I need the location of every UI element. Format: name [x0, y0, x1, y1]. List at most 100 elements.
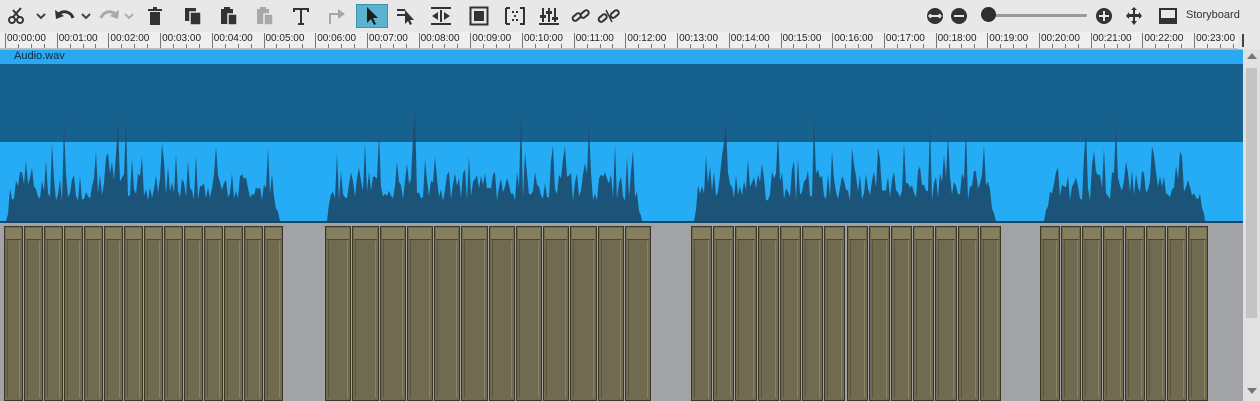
- video-clip-thumbnail[interactable]: [868, 226, 890, 401]
- video-clip-thumbnail[interactable]: [846, 226, 868, 401]
- ruler-time-label: 00:03:00: [162, 33, 202, 44]
- video-clip-thumbnail[interactable]: [935, 226, 957, 401]
- scroll-down-icon[interactable]: [1247, 388, 1257, 394]
- video-clip-thumbnail[interactable]: [1187, 226, 1208, 401]
- undo-icon[interactable]: [52, 4, 78, 28]
- video-clip-thumbnail[interactable]: [461, 226, 488, 401]
- video-clip-thumbnail[interactable]: [1103, 226, 1124, 401]
- pointer-icon[interactable]: [356, 4, 388, 28]
- zoom-slider-handle[interactable]: [981, 7, 997, 22]
- ruler-major-tick: [573, 33, 575, 48]
- video-clip-thumbnail[interactable]: [244, 226, 263, 401]
- video-clip-thumbnail[interactable]: [979, 226, 1001, 401]
- ruler-minor-tick: [922, 44, 924, 48]
- unlink-icon[interactable]: [596, 4, 622, 28]
- video-clip-thumbnail[interactable]: [543, 226, 570, 401]
- video-clip-thumbnail[interactable]: [757, 226, 779, 401]
- ruler-minor-tick: [30, 44, 32, 48]
- video-clip-thumbnail[interactable]: [124, 226, 143, 401]
- chevron-down-icon[interactable]: [124, 10, 134, 22]
- video-clip-thumbnail[interactable]: [1145, 226, 1166, 401]
- ruler-major-tick: [366, 33, 368, 48]
- chevron-down-icon[interactable]: [81, 10, 91, 22]
- frame-icon[interactable]: [466, 4, 492, 28]
- video-clip-thumbnail[interactable]: [1082, 226, 1103, 401]
- ruler-major-tick: [728, 33, 730, 48]
- split-icon[interactable]: [428, 4, 454, 28]
- video-clip-thumbnail[interactable]: [379, 226, 406, 401]
- video-clip-thumbnail[interactable]: [204, 226, 223, 401]
- delete-icon[interactable]: [142, 4, 168, 28]
- waveform-segment: [694, 117, 996, 221]
- zoom-in-icon[interactable]: [1091, 4, 1117, 28]
- video-clip-thumbnail[interactable]: [325, 226, 352, 401]
- scrollbar-thumb[interactable]: [1246, 68, 1257, 318]
- ruler-minor-tick: [896, 44, 898, 48]
- ruler-major-tick: [1142, 33, 1144, 48]
- video-clip-thumbnail[interactable]: [515, 226, 542, 401]
- video-clip-thumbnail[interactable]: [434, 226, 461, 401]
- video-clip-thumbnail[interactable]: [406, 226, 433, 401]
- video-clip-thumbnail[interactable]: [184, 226, 203, 401]
- video-clip-thumbnail[interactable]: [735, 226, 757, 401]
- video-clip-thumbnail[interactable]: [144, 226, 163, 401]
- range-pointer-icon[interactable]: [394, 4, 420, 28]
- video-clip-thumbnail[interactable]: [1040, 226, 1061, 401]
- scissors-icon[interactable]: [4, 4, 30, 28]
- zoom-out-icon[interactable]: [946, 4, 972, 28]
- time-ruler[interactable]: 00:00:00 00:01:00 00:02:00 00:03:00 00:04:00…: [0, 32, 1238, 49]
- video-clip-thumbnail[interactable]: [824, 226, 846, 401]
- copy-icon[interactable]: [180, 4, 206, 28]
- ruler-time-label: 00:23:00: [1196, 33, 1236, 44]
- video-clip-thumbnail[interactable]: [264, 226, 283, 401]
- video-clip-thumbnail[interactable]: [713, 226, 735, 401]
- ruler-major-tick: [625, 33, 627, 48]
- zoom-fit-icon[interactable]: [922, 4, 948, 28]
- video-clip-thumbnail[interactable]: [957, 226, 979, 401]
- zoom-slider-track[interactable]: [985, 14, 1087, 17]
- ruler-major-tick: [1039, 33, 1040, 48]
- ruler-minor-tick: [302, 44, 304, 48]
- video-clip-thumbnail[interactable]: [1124, 226, 1145, 401]
- video-clip-thumbnail[interactable]: [779, 226, 802, 401]
- paste-disabled-icon[interactable]: [252, 4, 278, 28]
- redo-icon[interactable]: [96, 4, 122, 28]
- video-clip-thumbnail[interactable]: [84, 226, 103, 401]
- ruler-time-label: 00:10:00: [524, 33, 563, 44]
- text-icon[interactable]: [288, 4, 314, 28]
- video-clip-thumbnail[interactable]: [570, 226, 597, 401]
- ruler-time-label: 00:20:00: [1041, 33, 1080, 44]
- chevron-down-icon[interactable]: [36, 10, 46, 22]
- video-clip-thumbnail[interactable]: [164, 226, 183, 401]
- move-icon[interactable]: [1121, 4, 1147, 28]
- video-clip-thumbnail[interactable]: [1061, 226, 1082, 401]
- mixer-icon[interactable]: [536, 4, 562, 28]
- link-icon[interactable]: [568, 4, 594, 28]
- audio-clip-header[interactable]: Audio.wav: [0, 49, 1243, 64]
- storyboard-icon[interactable]: [1155, 4, 1181, 28]
- video-clip-thumbnail[interactable]: [488, 226, 515, 401]
- video-clip-thumbnail[interactable]: [913, 226, 935, 401]
- ruler-time-label: 00:19:00: [989, 33, 1029, 44]
- video-clip-thumbnail[interactable]: [4, 226, 23, 401]
- video-clip-thumbnail[interactable]: [24, 226, 43, 401]
- storyboard-label[interactable]: Storyboard: [1186, 9, 1240, 21]
- video-clip-thumbnail[interactable]: [352, 226, 379, 401]
- video-clip-thumbnail[interactable]: [44, 226, 63, 401]
- video-clip-thumbnail[interactable]: [104, 226, 123, 401]
- marker-icon[interactable]: [502, 4, 528, 28]
- ruler-time-label: 00:13:00: [679, 33, 719, 44]
- ruler-time-label: 00:16:00: [834, 33, 874, 44]
- video-clip-thumbnail[interactable]: [597, 226, 624, 401]
- transition-icon[interactable]: [324, 4, 350, 28]
- video-clip-thumbnail[interactable]: [224, 226, 243, 401]
- video-clip-thumbnail[interactable]: [64, 226, 83, 401]
- video-clip-thumbnail[interactable]: [624, 226, 651, 401]
- video-clip-thumbnail[interactable]: [691, 226, 713, 401]
- video-clip-thumbnail[interactable]: [890, 226, 913, 401]
- video-clip-thumbnail[interactable]: [1166, 226, 1187, 401]
- paste-icon[interactable]: [216, 4, 242, 28]
- scroll-up-icon[interactable]: [1247, 53, 1257, 59]
- video-clip-thumbnail[interactable]: [802, 226, 824, 401]
- ruler-minor-tick: [95, 44, 97, 48]
